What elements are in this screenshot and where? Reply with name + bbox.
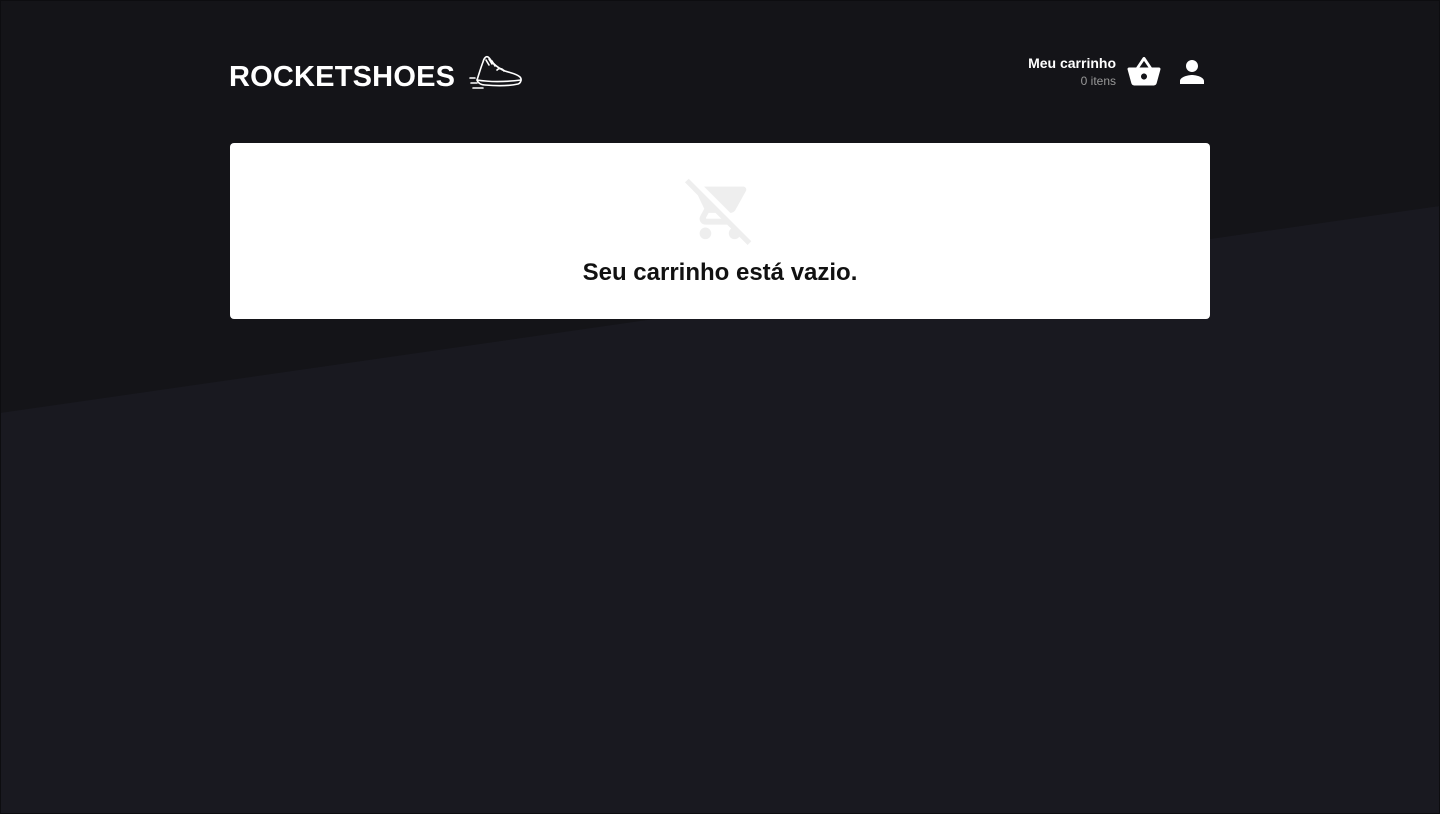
running-shoe-icon [469, 55, 523, 89]
logo-link[interactable]: ROCKETSHOES [229, 52, 523, 92]
logo-text: ROCKETSHOES [229, 60, 456, 93]
site-header: ROCKETSHOES Meu carrinho 0 itens [229, 50, 1210, 94]
cart-summary: Meu carrinho 0 itens [1028, 55, 1116, 89]
page-background [0, 0, 1440, 814]
cart-link[interactable]: Meu carrinho 0 itens [1028, 54, 1162, 90]
header-actions: Meu carrinho 0 itens [1028, 54, 1210, 90]
basket-icon [1127, 57, 1161, 86]
empty-cart-message: Seu carrinho está vazio. [582, 259, 858, 286]
cart-item-count: 0 itens [1080, 74, 1116, 88]
empty-cart-card: Seu carrinho está vazio. [230, 143, 1210, 319]
user-icon[interactable] [1174, 54, 1210, 90]
remove-shopping-cart-icon [685, 178, 752, 245]
cart-label: Meu carrinho [1028, 55, 1116, 71]
